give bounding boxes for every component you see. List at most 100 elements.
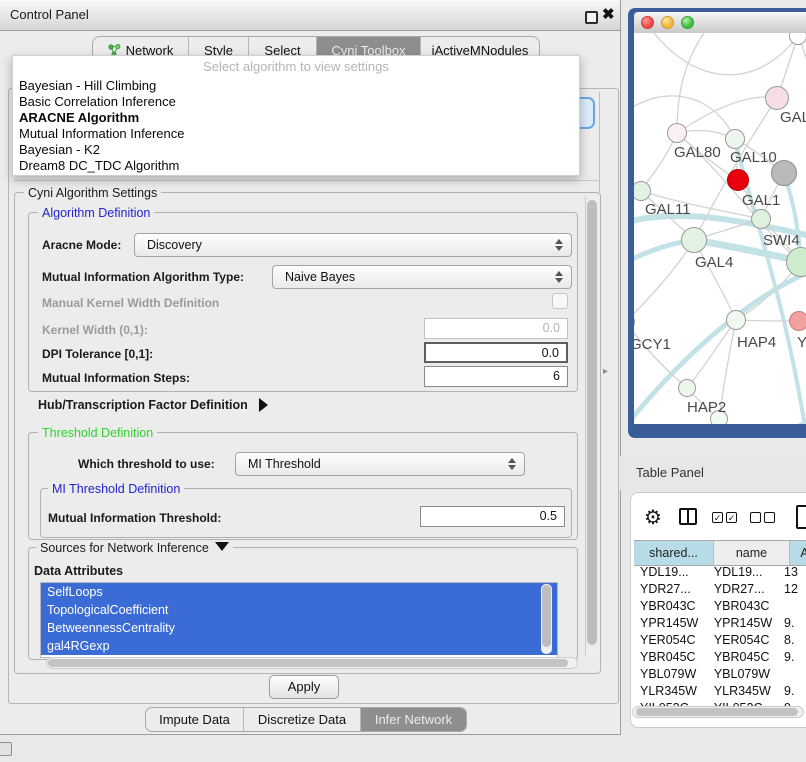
mi-type-value: Naive Bayes <box>273 270 551 284</box>
table-row[interactable]: YBR045CYBR045C9. <box>634 649 806 666</box>
which-threshold-select[interactable]: MI Threshold <box>235 452 525 476</box>
dropdown-item[interactable]: Mutual Information Inference <box>13 126 579 142</box>
node-gal-partial[interactable] <box>765 86 789 110</box>
tab-discretize-data[interactable]: Discretize Data <box>244 708 361 731</box>
table-row[interactable]: YPR145WYPR145W9. <box>634 615 806 632</box>
list-item[interactable]: gal4RGexp <box>41 637 557 655</box>
apply-button[interactable]: Apply <box>269 675 339 699</box>
combo-stepper-icon <box>504 458 520 470</box>
dropdown-item-selected[interactable]: ARACNE Algorithm <box>13 110 579 126</box>
mi-threshold-label: Mutual Information Threshold: <box>48 511 221 525</box>
kernel-width-field[interactable]: 0.0 <box>424 318 568 339</box>
dropdown-prompt: Select algorithm to view settings <box>13 56 579 78</box>
node-label: SWI4 <box>763 232 800 249</box>
expanded-arrow-icon[interactable] <box>215 542 229 551</box>
network-canvas[interactable]: GAL GAL80 GAL10 GAL1 GAL11 SWI4 GAL4 HAP… <box>634 33 806 424</box>
dropdown-item[interactable]: Dream8 DC_TDC Algorithm <box>13 158 579 174</box>
node-gal10[interactable] <box>725 129 745 149</box>
mi-steps-field[interactable]: 6 <box>424 366 568 387</box>
settings-vertical-scrollbar-thumb[interactable] <box>587 200 597 645</box>
combo-stepper-icon <box>551 271 567 283</box>
table-panel-title: Table Panel <box>636 465 704 480</box>
manual-kernel-checkbox[interactable] <box>552 293 568 309</box>
dpi-tolerance-label: DPI Tolerance [0,1]: <box>42 347 153 361</box>
network-window-titlebar[interactable] <box>634 12 806 34</box>
table-row[interactable]: YBL079WYBL079W <box>634 666 806 683</box>
sources-group-title[interactable]: Sources for Network Inference <box>36 541 233 555</box>
kernel-width-label: Kernel Width (0,1): <box>42 323 148 337</box>
column-header-shared-name[interactable]: shared... <box>634 541 714 565</box>
table-row[interactable]: YDL19...YDL19...13 <box>634 564 806 581</box>
node-label: GAL80 <box>674 144 721 161</box>
hub-definition-toggle[interactable]: Hub/Transcription Factor Definition <box>38 398 268 412</box>
list-item[interactable]: TopologicalCoefficient <box>41 601 557 619</box>
settings-group-title: Cyni Algorithm Settings <box>24 186 161 200</box>
node-red[interactable] <box>727 169 749 191</box>
node-label: HAP2 <box>687 399 726 416</box>
panel-title: Control Panel <box>10 0 89 30</box>
dropdown-item[interactable]: Bayesian - Hill Climbing <box>13 78 579 94</box>
algorithm-definition-title: Algorithm Definition <box>38 206 154 220</box>
bottom-tab-bar: Impute Data Discretize Data Infer Networ… <box>145 707 467 732</box>
manual-kernel-label: Manual Kernel Width Definition <box>42 296 219 310</box>
node-label: GCY1 <box>634 336 671 353</box>
mi-type-label: Mutual Information Algorithm Type: <box>42 270 244 284</box>
node-salmon[interactable] <box>789 311 806 331</box>
list-scrollbar-thumb[interactable] <box>542 585 551 647</box>
which-threshold-label: Which threshold to use: <box>78 457 215 471</box>
gear-icon[interactable]: ⚙ <box>644 505 662 530</box>
groupbox-border-fragment <box>599 92 600 192</box>
collapsed-arrow-icon[interactable] <box>259 398 268 412</box>
node-hap2[interactable] <box>678 379 696 397</box>
table-row[interactable]: YLR345WYLR345W9. <box>634 683 806 700</box>
split-panel-icon[interactable] <box>679 508 697 525</box>
close-traffic-light[interactable] <box>641 16 654 29</box>
data-attributes-list[interactable]: SelfLoops TopologicalCoefficient Between… <box>40 582 558 658</box>
function-builder-icon[interactable] <box>796 505 806 529</box>
which-threshold-value: MI Threshold <box>236 457 504 471</box>
combo-stepper-icon <box>551 239 567 251</box>
table-row[interactable]: YDR27...YDR27...12 <box>634 581 806 598</box>
settings-horizontal-scrollbar-thumb[interactable] <box>48 659 568 667</box>
table-row[interactable]: YBR043CYBR043C <box>634 598 806 615</box>
table-row[interactable]: YER054CYER054C8. <box>634 632 806 649</box>
control-panel-titlebar[interactable]: Control Panel ✖ <box>0 0 620 31</box>
node-label: GAL <box>780 109 806 126</box>
dpi-tolerance-field[interactable]: 0.0 <box>424 342 568 363</box>
node-hap4[interactable] <box>726 310 746 330</box>
mi-threshold-field[interactable]: 0.5 <box>420 506 565 527</box>
deselect-all-icon[interactable] <box>750 512 775 523</box>
node-gal4[interactable] <box>681 227 707 253</box>
float-window-icon[interactable] <box>585 11 598 24</box>
sources-title-label: Sources for Network Inference <box>40 541 209 555</box>
mi-type-select[interactable]: Naive Bayes <box>272 265 572 289</box>
close-icon[interactable]: ✖ <box>602 4 615 26</box>
panel-divider-handle[interactable]: ▸ <box>603 366 608 377</box>
node-label: GAL4 <box>695 254 733 271</box>
dropdown-item[interactable]: Basic Correlation Inference <box>13 94 579 110</box>
dropdown-item[interactable]: Bayesian - K2 <box>13 142 579 158</box>
list-item[interactable]: SelfLoops <box>41 583 557 601</box>
threshold-definition-title: Threshold Definition <box>38 426 157 440</box>
screen: Control Panel ✖ Network Style <box>0 0 806 762</box>
aracne-mode-value: Discovery <box>135 238 551 252</box>
aracne-mode-label: Aracne Mode: <box>42 238 121 252</box>
node-gal1[interactable] <box>751 209 771 229</box>
table-panel-header: Table Panel <box>620 456 806 490</box>
zoom-traffic-light[interactable] <box>681 16 694 29</box>
minimized-panel-icon[interactable] <box>0 742 12 756</box>
table-header-row: shared... name A <box>634 540 806 566</box>
select-all-icon[interactable]: ✓✓ <box>712 512 737 523</box>
aracne-mode-select[interactable]: Discovery <box>134 233 572 257</box>
column-header-partial[interactable]: A <box>790 541 806 565</box>
table-horizontal-scrollbar-thumb[interactable] <box>636 708 798 716</box>
tab-impute-data[interactable]: Impute Data <box>146 708 244 731</box>
node-gal80[interactable] <box>667 123 687 143</box>
column-header-name[interactable]: name <box>714 541 790 565</box>
tab-infer-network-label: Infer Network <box>375 712 452 727</box>
tab-infer-network[interactable]: Infer Network <box>361 708 466 731</box>
list-item[interactable]: BetweennessCentrality <box>41 619 557 637</box>
minimize-traffic-light[interactable] <box>661 16 674 29</box>
node-label: Y <box>797 334 806 351</box>
table-rows[interactable]: YDL19...YDL19...13 YDR27...YDR27...12 YB… <box>634 564 806 706</box>
